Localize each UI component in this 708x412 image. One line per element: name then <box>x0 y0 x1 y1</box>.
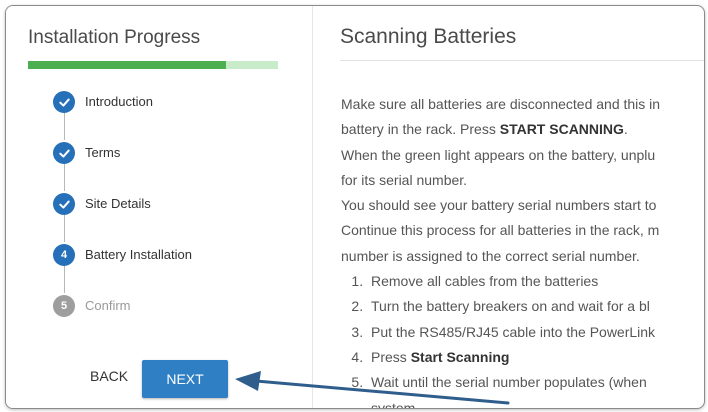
step-label: Battery Installation <box>85 247 192 262</box>
main-content: Scanning Batteries Make sure all batteri… <box>340 6 704 408</box>
step-label: Terms <box>85 145 121 160</box>
step-connector <box>64 214 65 242</box>
instruction-emphasis: START SCANNING <box>499 121 624 138</box>
instruction-line: You should see your battery serial numbe… <box>341 197 657 214</box>
step-introduction[interactable]: Introduction <box>46 86 296 140</box>
step-site-details[interactable]: Site Details <box>46 188 296 242</box>
title-divider <box>340 60 704 61</box>
step-label: Introduction <box>85 94 153 109</box>
check-icon <box>53 142 75 164</box>
instruction-line: number is assigned to the correct serial… <box>341 247 640 264</box>
list-item-text: Press <box>371 348 411 365</box>
step-label: Confirm <box>85 298 131 313</box>
list-item: Remove all cables from the batteries <box>367 269 704 294</box>
step-connector <box>64 265 65 293</box>
list-item-text: Wait until the serial number populates (… <box>371 374 647 391</box>
instruction-text: . <box>623 121 628 138</box>
instruction-text: battery in the rack. Press <box>341 121 500 138</box>
instructions-text: Make sure all batteries are disconnected… <box>341 92 704 408</box>
step-battery-installation[interactable]: 4 Battery Installation <box>46 239 296 293</box>
instruction-line: for its serial number. <box>341 171 468 188</box>
step-connector <box>64 112 65 140</box>
check-icon <box>53 193 75 215</box>
scanning-steps-list: Remove all cables from the batteries Tur… <box>341 269 704 408</box>
step-number-badge: 4 <box>53 244 75 266</box>
panel-divider <box>312 6 313 408</box>
check-icon <box>53 91 75 113</box>
page-title: Scanning Batteries <box>340 25 517 48</box>
step-connector <box>64 163 65 191</box>
installer-window: Installation Progress Introduction Terms <box>5 5 705 409</box>
next-button[interactable]: NEXT <box>142 360 228 398</box>
instruction-line: Make sure all batteries are disconnected… <box>341 96 661 112</box>
step-terms[interactable]: Terms <box>46 137 296 191</box>
list-item: Wait until the serial number populates (… <box>367 370 704 408</box>
list-item-emphasis: Start Scanning <box>410 348 510 365</box>
instruction-line: Continue this process for all batteries … <box>341 222 660 239</box>
installation-sidebar: Installation Progress Introduction Terms <box>6 6 298 408</box>
installation-progress-bar <box>28 61 278 69</box>
list-item: Turn the battery breakers on and wait fo… <box>367 294 704 319</box>
back-button[interactable]: BACK <box>90 368 128 384</box>
step-number-badge: 5 <box>53 295 75 317</box>
step-label: Site Details <box>85 196 151 211</box>
sidebar-title: Installation Progress <box>28 27 201 48</box>
step-list: Introduction Terms Site Details 4 Batter… <box>46 86 296 341</box>
step-confirm[interactable]: 5 Confirm <box>46 290 296 341</box>
list-item: Press Start Scanning <box>367 345 704 370</box>
instruction-line: battery in the rack. Press START SCANNIN… <box>341 117 704 142</box>
progress-bar-fill <box>28 61 226 69</box>
instruction-line: When the green light appears on the batt… <box>341 146 656 163</box>
list-item: Put the RS485/RJ45 cable into the PowerL… <box>367 320 704 345</box>
list-item-text: system <box>371 399 416 408</box>
